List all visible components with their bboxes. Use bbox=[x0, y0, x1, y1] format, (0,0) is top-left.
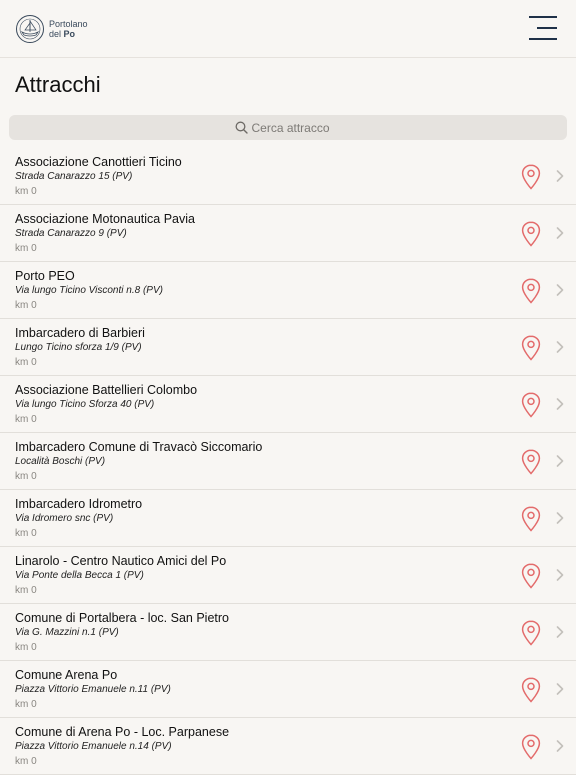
map-pin-icon[interactable] bbox=[521, 392, 541, 418]
menu-line-middle bbox=[537, 27, 557, 29]
mooring-list: Associazione Canottieri Ticino Strada Can… bbox=[0, 148, 576, 775]
mooring-distance: km 0 bbox=[15, 414, 37, 425]
mooring-name: Associazione Battellieri Colombo bbox=[15, 383, 198, 397]
chevron-right-icon bbox=[556, 284, 564, 296]
map-pin-icon[interactable] bbox=[521, 221, 541, 247]
mooring-distance: km 0 bbox=[15, 300, 37, 311]
map-pin-icon[interactable] bbox=[521, 620, 541, 646]
list-item[interactable]: Linarolo - Centro Nautico Amici del Po Vi… bbox=[0, 547, 576, 604]
mooring-name: Imbarcadero di Barbieri bbox=[15, 326, 145, 340]
list-item[interactable]: Associazione Motonautica Pavia Strada Can… bbox=[0, 205, 576, 262]
mooring-address: Località Boschi (PV) bbox=[15, 456, 106, 467]
chevron-right-icon bbox=[556, 227, 564, 239]
magnifier-icon bbox=[235, 121, 248, 134]
chevron-right-icon bbox=[556, 398, 564, 410]
mooring-distance: km 0 bbox=[15, 756, 37, 767]
top-bar: Portolano del Po bbox=[0, 0, 576, 58]
map-pin-icon[interactable] bbox=[521, 164, 541, 190]
chevron-right-icon bbox=[556, 626, 564, 638]
list-item[interactable]: Comune di Portalbera - loc. San Pietro Vi… bbox=[0, 604, 576, 661]
list-item[interactable]: Comune Arena Po Piazza Vittorio Emanuele … bbox=[0, 661, 576, 718]
mooring-address: Via lungo Ticino Sforza 40 (PV) bbox=[15, 399, 155, 410]
mooring-distance: km 0 bbox=[15, 243, 37, 254]
chevron-right-icon bbox=[556, 569, 564, 581]
mooring-name: Imbarcadero Idrometro bbox=[15, 497, 143, 511]
mooring-name: Linarolo - Centro Nautico Amici del Po bbox=[15, 554, 227, 568]
list-item[interactable]: Imbarcadero Idrometro Via Idromero snc (P… bbox=[0, 490, 576, 547]
mooring-distance: km 0 bbox=[15, 357, 37, 368]
map-pin-icon[interactable] bbox=[521, 335, 541, 361]
mooring-name: Porto PEO bbox=[15, 269, 75, 283]
mooring-address: Lungo Ticino sforza 1/9 (PV) bbox=[15, 342, 142, 353]
mooring-address: Strada Canarazzo 15 (PV) bbox=[15, 171, 133, 182]
app-logo[interactable]: Portolano del Po bbox=[15, 14, 105, 44]
mooring-name: Comune di Arena Po - Loc. Parpanese bbox=[15, 725, 230, 739]
map-pin-icon[interactable] bbox=[521, 278, 541, 304]
ship-wheel-logo-icon bbox=[16, 15, 44, 43]
search-input[interactable] bbox=[251, 120, 342, 135]
mooring-address: Via lungo Ticino Visconti n.8 (PV) bbox=[15, 285, 163, 296]
mooring-address: Via Idromero snc (PV) bbox=[15, 513, 114, 524]
mooring-name: Comune di Portalbera - loc. San Pietro bbox=[15, 611, 229, 625]
map-pin-icon[interactable] bbox=[521, 734, 541, 760]
list-item[interactable]: Comune di Arena Po - Loc. Parpanese Piazz… bbox=[0, 718, 576, 775]
list-item[interactable]: Porto PEO Via lungo Ticino Visconti n.8 (… bbox=[0, 262, 576, 319]
list-item[interactable]: Imbarcadero Comune di Travacò Siccomario… bbox=[0, 433, 576, 490]
logo-wordmark: Portolano del Po bbox=[49, 19, 88, 39]
hamburger-menu-icon[interactable] bbox=[529, 16, 557, 42]
mooring-distance: km 0 bbox=[15, 186, 37, 197]
mooring-distance: km 0 bbox=[15, 471, 37, 482]
mooring-distance: km 0 bbox=[15, 642, 37, 653]
map-pin-icon[interactable] bbox=[521, 506, 541, 532]
mooring-address: Via G. Mazzini n.1 (PV) bbox=[15, 627, 119, 638]
mooring-address: Piazza Vittorio Emanuele n.11 (PV) bbox=[15, 684, 171, 695]
chevron-right-icon bbox=[556, 170, 564, 182]
chevron-right-icon bbox=[556, 740, 564, 752]
map-pin-icon[interactable] bbox=[521, 449, 541, 475]
logo-line2: del Po bbox=[49, 29, 88, 39]
page-title: Attracchi bbox=[15, 72, 101, 97]
mooring-name: Associazione Motonautica Pavia bbox=[15, 212, 195, 226]
mooring-name: Comune Arena Po bbox=[15, 668, 118, 682]
mooring-distance: km 0 bbox=[15, 585, 37, 596]
mooring-name: Associazione Canottieri Ticino bbox=[15, 155, 182, 169]
logo-line2-prefix: del bbox=[49, 29, 62, 39]
mooring-distance: km 0 bbox=[15, 699, 37, 710]
chevron-right-icon bbox=[556, 455, 564, 467]
logo-line1: Portolano bbox=[49, 19, 88, 29]
map-pin-icon[interactable] bbox=[521, 563, 541, 589]
list-item[interactable]: Associazione Canottieri Ticino Strada Can… bbox=[0, 148, 576, 205]
list-item[interactable]: Imbarcadero di Barbieri Lungo Ticino sfor… bbox=[0, 319, 576, 376]
mooring-address: Piazza Vittorio Emanuele n.14 (PV) bbox=[15, 741, 172, 752]
menu-line-top bbox=[529, 16, 557, 18]
search-bar[interactable] bbox=[9, 115, 567, 140]
map-pin-icon[interactable] bbox=[521, 677, 541, 703]
list-item[interactable]: Associazione Battellieri Colombo Via lung… bbox=[0, 376, 576, 433]
chevron-right-icon bbox=[556, 341, 564, 353]
mooring-address: Via Ponte della Becca 1 (PV) bbox=[15, 570, 144, 581]
chevron-right-icon bbox=[556, 512, 564, 524]
mooring-distance: km 0 bbox=[15, 528, 37, 539]
chevron-right-icon bbox=[556, 683, 564, 695]
mooring-address: Strada Canarazzo 9 (PV) bbox=[15, 228, 127, 239]
menu-line-bottom bbox=[529, 38, 557, 40]
mooring-name: Imbarcadero Comune di Travacò Siccomario bbox=[15, 440, 263, 454]
logo-line2-po: Po bbox=[63, 29, 76, 39]
